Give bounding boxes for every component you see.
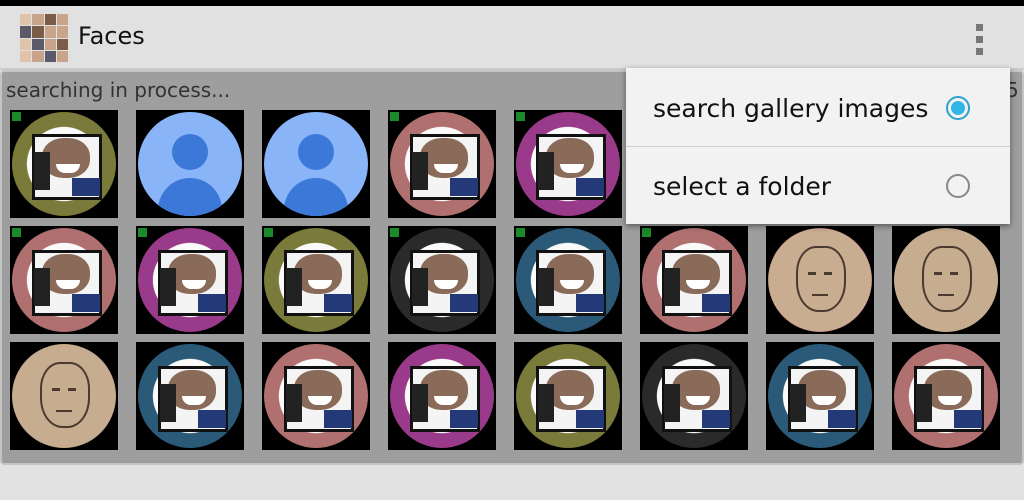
action-bar: Faces xyxy=(0,6,1024,70)
face-photo-image xyxy=(264,344,368,448)
face-photo-image xyxy=(390,344,494,448)
search-status-text: searching in process... xyxy=(6,78,231,102)
face-photo-image xyxy=(516,228,620,332)
face-thumbnail[interactable] xyxy=(514,342,622,450)
sketch-face-image xyxy=(12,344,116,448)
overflow-menu-icon[interactable] xyxy=(962,16,998,60)
detected-marker xyxy=(390,228,399,237)
menu-item-select-folder[interactable]: select a folder xyxy=(626,148,1010,224)
face-thumbnail[interactable] xyxy=(10,342,118,450)
face-thumbnail[interactable] xyxy=(766,226,874,334)
detected-marker xyxy=(12,112,21,121)
face-thumbnail[interactable] xyxy=(262,342,370,450)
face-thumbnail[interactable] xyxy=(10,110,118,218)
detected-marker xyxy=(264,228,273,237)
face-thumbnail[interactable] xyxy=(892,342,1000,450)
overflow-popup-menu: search gallery images select a folder xyxy=(626,68,1010,224)
detected-marker xyxy=(642,228,651,237)
face-thumbnail[interactable] xyxy=(388,342,496,450)
face-photo-image xyxy=(768,344,872,448)
radio-button[interactable] xyxy=(946,96,970,120)
app-title: Faces xyxy=(78,22,145,50)
detected-marker xyxy=(138,228,147,237)
menu-item-label: search gallery images xyxy=(653,94,929,123)
face-thumbnail[interactable] xyxy=(136,110,244,218)
menu-item-search-gallery[interactable]: search gallery images xyxy=(626,70,1010,147)
face-thumbnail[interactable] xyxy=(640,226,748,334)
face-photo-image xyxy=(516,344,620,448)
face-thumbnail[interactable] xyxy=(262,110,370,218)
face-photo-image xyxy=(390,228,494,332)
face-thumbnail[interactable] xyxy=(262,226,370,334)
person-placeholder-icon xyxy=(264,112,368,216)
face-photo-image xyxy=(390,112,494,216)
sketch-face-image xyxy=(768,228,872,332)
face-photo-image xyxy=(264,228,368,332)
detected-marker xyxy=(516,112,525,121)
face-thumbnail[interactable] xyxy=(766,342,874,450)
face-thumbnail[interactable] xyxy=(136,226,244,334)
faces-collage-icon[interactable] xyxy=(20,14,68,62)
face-thumbnail[interactable] xyxy=(640,342,748,450)
face-photo-image xyxy=(894,344,998,448)
sketch-face-image xyxy=(894,228,998,332)
detected-marker xyxy=(516,228,525,237)
menu-item-label: select a folder xyxy=(653,172,832,201)
bottom-strip xyxy=(0,465,1024,500)
face-thumbnail[interactable] xyxy=(136,342,244,450)
person-placeholder-icon xyxy=(138,112,242,216)
face-thumbnail[interactable] xyxy=(514,226,622,334)
face-thumbnail[interactable] xyxy=(388,226,496,334)
detected-marker xyxy=(12,228,21,237)
face-photo-image xyxy=(12,112,116,216)
face-photo-image xyxy=(516,112,620,216)
face-thumbnail[interactable] xyxy=(388,110,496,218)
radio-button[interactable] xyxy=(946,174,970,198)
face-photo-image xyxy=(138,228,242,332)
face-photo-image xyxy=(138,344,242,448)
face-thumbnail[interactable] xyxy=(10,226,118,334)
detected-marker xyxy=(390,112,399,121)
face-photo-image xyxy=(12,228,116,332)
face-photo-image xyxy=(642,228,746,332)
face-thumbnail[interactable] xyxy=(514,110,622,218)
face-thumbnail[interactable] xyxy=(892,226,1000,334)
face-photo-image xyxy=(642,344,746,448)
